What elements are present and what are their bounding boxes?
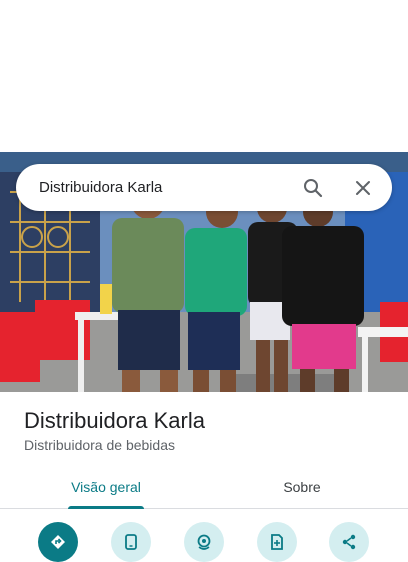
share-button[interactable] (329, 522, 369, 562)
call-button[interactable] (111, 522, 151, 562)
directions-icon (51, 535, 65, 549)
close-icon[interactable] (350, 175, 376, 201)
tab-overview[interactable]: Visão geral (46, 466, 166, 509)
active-tab-indicator (68, 506, 144, 509)
directions-button[interactable] (38, 522, 78, 562)
save-icon (271, 534, 283, 550)
search-icon[interactable] (300, 175, 326, 201)
share-icon (342, 534, 356, 550)
tab-about-label: Sobre (283, 479, 321, 495)
search-bar[interactable]: Distribuidora Karla (16, 164, 392, 211)
nearby-button[interactable] (184, 522, 224, 562)
place-category: Distribuidora de bebidas (24, 437, 175, 453)
tab-about[interactable]: Sobre (242, 466, 362, 508)
map-blank-area (0, 0, 408, 152)
phone-icon (125, 534, 137, 550)
location-icon (197, 534, 211, 550)
place-tabs: Visão geral Sobre (0, 466, 408, 509)
action-buttons-row (0, 522, 408, 562)
save-button[interactable] (257, 522, 297, 562)
search-input[interactable]: Distribuidora Karla (39, 179, 300, 196)
tab-overview-label: Visão geral (71, 479, 141, 495)
place-name: Distribuidora Karla (24, 408, 205, 433)
